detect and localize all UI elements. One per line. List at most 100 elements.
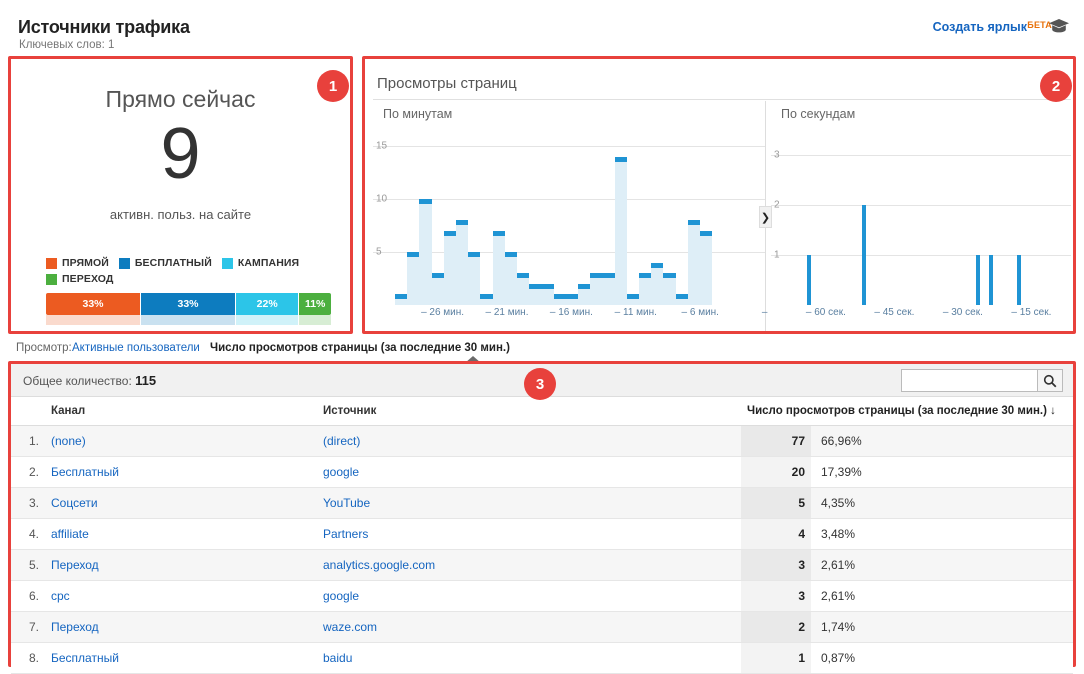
bar-cap: [639, 273, 652, 279]
bar[interactable]: [737, 125, 749, 305]
bar[interactable]: [517, 125, 530, 305]
by-second-label: По секундам: [781, 107, 856, 121]
col-pageviews[interactable]: Число просмотров страницы (за последние …: [741, 397, 1073, 426]
row-channel[interactable]: (none): [45, 425, 317, 457]
bar-cap: [590, 273, 603, 279]
table-row[interactable]: 4. affiliate Partners 4 3,48%: [11, 518, 1073, 550]
table-row[interactable]: 8. Бесплатный baidu 1 0,87%: [11, 642, 1073, 674]
bar[interactable]: [480, 125, 493, 305]
row-channel[interactable]: Соцсети: [45, 487, 317, 519]
bar[interactable]: [687, 125, 701, 305]
row-channel[interactable]: cpc: [45, 580, 317, 612]
bar[interactable]: [663, 125, 676, 305]
bar-cap: [504, 252, 518, 258]
bar[interactable]: [431, 125, 444, 305]
row-source[interactable]: analytics.google.com: [317, 549, 741, 581]
bar-cap: [675, 294, 688, 300]
table-row[interactable]: 5. Переход analytics.google.com 3 2,61%: [11, 549, 1073, 581]
row-source[interactable]: (direct): [317, 425, 741, 457]
row-channel[interactable]: Переход: [45, 549, 317, 581]
right-now-title: Прямо сейчас: [105, 86, 256, 112]
search-input[interactable]: [901, 369, 1037, 392]
bar-cap: [419, 199, 432, 205]
table-row[interactable]: 2. Бесплатный google 20 17,39%: [11, 456, 1073, 488]
bar[interactable]: [395, 125, 408, 305]
create-shortcut-link[interactable]: Создать ярлык: [933, 20, 1027, 34]
row-source[interactable]: google: [317, 456, 741, 488]
bar[interactable]: [504, 125, 518, 305]
row-channel[interactable]: Бесплатный: [45, 456, 317, 488]
row-percent: 4,35%: [811, 487, 1073, 519]
bar[interactable]: [553, 125, 566, 305]
row-percent: 1,74%: [811, 611, 1073, 643]
chevron-right-icon[interactable]: ❯: [759, 206, 772, 228]
annotation-badge-2: 2: [1040, 70, 1072, 102]
row-source[interactable]: Partners: [317, 518, 741, 550]
bar-cap: [492, 230, 505, 236]
bar[interactable]: [590, 125, 603, 305]
bar[interactable]: [407, 125, 420, 305]
legend-swatch: [46, 273, 57, 285]
bar-cap: [602, 273, 615, 279]
by-minute-plot: 5 10 15: [373, 125, 765, 305]
page-title: Источники трафика: [18, 17, 190, 37]
bar-cap: [517, 273, 530, 279]
bar[interactable]: [419, 125, 432, 305]
row-source[interactable]: google: [317, 580, 741, 612]
row-percent: 0,87%: [811, 642, 1073, 674]
graduation-cap-icon[interactable]: [1048, 18, 1070, 37]
table-row[interactable]: 7. Переход waze.com 2 1,74%: [11, 611, 1073, 643]
legend-item: КАМПАНИЯ: [221, 257, 299, 269]
view-option-active-users[interactable]: Активные пользователи: [72, 342, 200, 354]
row-index: 1.: [11, 425, 45, 457]
pageviews-panel: Просмотры страниц По минутам 5 10 15 – 26 …: [362, 56, 1076, 334]
legend-item: БЕСПЛАТНЫЙ: [118, 257, 212, 269]
traffic-share-segment[interactable]: 22%: [236, 293, 300, 315]
table-row[interactable]: 1. (none) (direct) 77 66,96%: [11, 425, 1073, 457]
traffic-share-segment[interactable]: 33%: [46, 293, 141, 315]
search-icon[interactable]: [1037, 369, 1063, 392]
bar[interactable]: [712, 125, 724, 305]
bar[interactable]: [639, 125, 652, 305]
x-axis-tick: – 16 мин.: [549, 307, 593, 318]
row-channel[interactable]: Бесплатный: [45, 642, 317, 674]
bar[interactable]: [626, 125, 640, 305]
table-row[interactable]: 6. cpc google 3 2,61%: [11, 580, 1073, 612]
bar[interactable]: [1062, 125, 1067, 305]
bar[interactable]: [724, 125, 736, 305]
row-index: 7.: [11, 611, 45, 643]
bar[interactable]: [700, 125, 713, 305]
bar-series: [793, 125, 1067, 305]
bar[interactable]: [492, 125, 505, 305]
bar[interactable]: [529, 125, 542, 305]
view-option-pageviews[interactable]: Число просмотров страницы (за последние …: [210, 342, 510, 354]
bar[interactable]: [602, 125, 615, 305]
row-index: 4.: [11, 518, 45, 550]
bar[interactable]: [565, 125, 579, 305]
bar[interactable]: [541, 125, 554, 305]
x-axis-tick: – 60 сек.: [805, 307, 846, 318]
bar-cap: [456, 220, 469, 226]
row-channel[interactable]: affiliate: [45, 518, 317, 550]
row-source[interactable]: waze.com: [317, 611, 741, 643]
bar-cap: [565, 294, 579, 300]
traffic-share-segment[interactable]: 11%: [299, 293, 331, 315]
bar[interactable]: [468, 125, 481, 305]
row-source[interactable]: baidu: [317, 642, 741, 674]
bar[interactable]: [456, 125, 469, 305]
row-source[interactable]: YouTube: [317, 487, 741, 519]
bar[interactable]: [651, 125, 664, 305]
row-channel[interactable]: Переход: [45, 611, 317, 643]
bar[interactable]: [578, 125, 591, 305]
col-channel[interactable]: Канал: [45, 397, 317, 426]
legend-label: ПРЯМОЙ: [62, 257, 109, 269]
traffic-share-segment[interactable]: 33%: [141, 293, 236, 315]
by-second-x-labels: – 60 сек. – 45 сек. – 30 сек. – 15 сек.: [793, 307, 1067, 327]
col-source[interactable]: Источник: [317, 397, 741, 426]
bar[interactable]: [614, 125, 627, 305]
annotation-badge-3: 3: [524, 368, 556, 400]
bar[interactable]: [675, 125, 688, 305]
bar[interactable]: [443, 125, 457, 305]
table-row[interactable]: 3. Соцсети YouTube 5 4,35%: [11, 487, 1073, 519]
table-total-value: 115: [135, 373, 157, 388]
